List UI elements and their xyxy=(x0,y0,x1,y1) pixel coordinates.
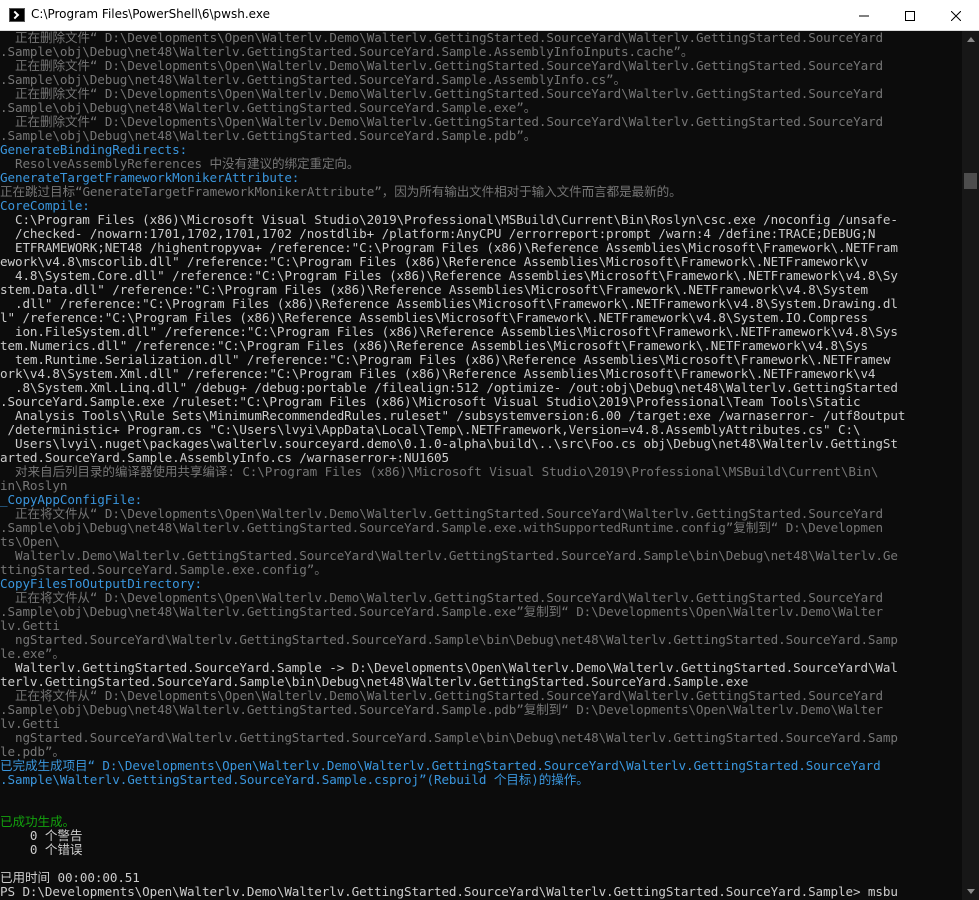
console-line: PS D:\Developments\Open\Walterlv.Demo\Wa… xyxy=(0,884,898,899)
console-line: Walterlv.Demo\Walterlv.GettingStarted.So… xyxy=(0,548,898,563)
console-line: Analysis Tools\\Rule Sets\MinimumRecomme… xyxy=(0,408,906,423)
console-line: Users\lvyi\.nuget\packages\walterlv.sour… xyxy=(0,436,898,451)
vertical-scrollbar[interactable] xyxy=(962,31,979,900)
console-line: /deterministic+ Program.cs "C:\Users\lvy… xyxy=(0,422,861,437)
minimize-icon xyxy=(859,15,869,16)
console-line: .Sample\Walterlv.GettingStarted.SourceYa… xyxy=(0,772,589,787)
console-line: l" /reference:"C:\Program Files (x86)\Re… xyxy=(0,310,868,325)
console-output[interactable]: 正在删除文件“ D:\Developments\Open\Walterlv.De… xyxy=(0,31,962,900)
console-line: CopyFilesToOutputDirectory: xyxy=(0,576,203,591)
console-line: terlv.GettingStarted.SourceYard.Sample\b… xyxy=(0,674,749,689)
window-title: C:\Program Files\PowerShell\6\pwsh.exe xyxy=(31,7,270,21)
console-line: ETFRAMEWORK;NET48 /highentropyva+ /refer… xyxy=(0,240,898,255)
powershell-icon xyxy=(9,8,25,22)
console-line: _CopyAppConfigFile: xyxy=(0,492,143,507)
arrow-down-icon xyxy=(966,889,975,894)
console-line: ResolveAssemblyReferences 中没有建议的绑定重定向。 xyxy=(0,156,360,171)
console-line: 正在删除文件“ D:\Developments\Open\Walterlv.De… xyxy=(0,86,884,101)
scroll-up-button[interactable] xyxy=(962,31,979,48)
console-line: C:\Program Files (x86)\Microsoft Visual … xyxy=(0,212,898,227)
console-line: 正在将文件从“ D:\Developments\Open\Walterlv.De… xyxy=(0,688,884,703)
console-line: 已用时间 00:00:00.51 xyxy=(0,870,140,885)
console-line: 正在删除文件“ D:\Developments\Open\Walterlv.De… xyxy=(0,114,884,129)
maximize-icon xyxy=(905,10,915,21)
console-line: tem.Runtime.Serialization.dll" /referenc… xyxy=(0,352,891,367)
console-line: .Sample\obj\Debug\net48\Walterlv.Getting… xyxy=(0,72,627,87)
console-line: /checked- /nowarn:1701,1702,1701,1702 /n… xyxy=(0,226,876,241)
console-line: .Sample\obj\Debug\net48\Walterlv.Getting… xyxy=(0,128,537,143)
arrow-up-icon xyxy=(966,37,975,42)
scrollbar-thumb[interactable] xyxy=(964,173,977,189)
title-bar[interactable]: C:\Program Files\PowerShell\6\pwsh.exe xyxy=(0,0,979,31)
console-line: .8\System.Xml.Linq.dll" /debug+ /debug:p… xyxy=(0,380,898,395)
console-line: lv.Getti xyxy=(0,618,60,633)
minimize-button[interactable] xyxy=(841,0,887,31)
console-line: .Sample\obj\Debug\net48\Walterlv.Getting… xyxy=(0,702,883,717)
console-line: le.exe”。 xyxy=(0,646,65,661)
console-line: ngStarted.SourceYard\Walterlv.GettingSta… xyxy=(0,632,898,647)
close-icon xyxy=(951,10,961,21)
console-line: 4.8\System.Core.dll" /reference:"C:\Prog… xyxy=(0,268,898,283)
console-line: Walterlv.GettingStarted.SourceYard.Sampl… xyxy=(0,660,898,675)
console-line: GenerateTargetFrameworkMonikerAttribute: xyxy=(0,170,300,185)
console-line: in\Roslyn xyxy=(0,478,68,493)
console-line: GenerateBindingRedirects: xyxy=(0,142,188,157)
console-line: ework\v4.8\mscorlib.dll" /reference:"C:\… xyxy=(0,254,868,269)
console-line: 正在删除文件“ D:\Developments\Open\Walterlv.De… xyxy=(0,31,884,45)
console-line: ts\Open\ xyxy=(0,534,60,549)
maximize-button[interactable] xyxy=(887,0,933,31)
console-line: stem.Data.dll" /reference:"C:\Program Fi… xyxy=(0,282,868,297)
console-line: tem.Numerics.dll" /reference:"C:\Program… xyxy=(0,338,868,353)
console-line: 正在将文件从“ D:\Developments\Open\Walterlv.De… xyxy=(0,590,884,605)
console-line: .dll" /reference:"C:\Program Files (x86)… xyxy=(0,296,898,311)
console-line: ttingStarted.SourceYard.Sample.exe.confi… xyxy=(0,562,327,577)
console-line: le.pdb”。 xyxy=(0,744,65,759)
console-line: ion.FileSystem.dll" /reference:"C:\Progr… xyxy=(0,324,898,339)
console-line: CoreCompile: xyxy=(0,198,90,213)
console-line: ork\v4.8\System.Xml.dll" /reference:"C:\… xyxy=(0,366,876,381)
console-line: .Sample\obj\Debug\net48\Walterlv.Getting… xyxy=(0,100,537,115)
console-line: 正在跳过目标“GenerateTargetFrameworkMonikerAtt… xyxy=(0,184,682,199)
console-line: 0 个错误 xyxy=(0,842,83,857)
console-line: .Sample\obj\Debug\net48\Walterlv.Getting… xyxy=(0,604,883,619)
console-line: 已成功生成。 xyxy=(0,814,75,829)
console-line: 对来自后列目录的编译器使用共享编译: C:\Program Files (x86… xyxy=(0,464,879,479)
console-line: ngStarted.SourceYard\Walterlv.GettingSta… xyxy=(0,730,898,745)
console-line: 0 个警告 xyxy=(0,828,83,843)
console-line: .SourceYard.Sample.exe /ruleset:"C:\Prog… xyxy=(0,394,861,409)
console-line: 已完成生成项目“ D:\Developments\Open\Walterlv.D… xyxy=(0,758,881,773)
console-line: arted.SourceYard.Sample.AssemblyInfo.cs … xyxy=(0,450,449,465)
console-line: 正在将文件从“ D:\Developments\Open\Walterlv.De… xyxy=(0,506,884,521)
console-line: .Sample\obj\Debug\net48\Walterlv.Getting… xyxy=(0,520,883,535)
close-button[interactable] xyxy=(933,0,979,31)
console-line: lv.Getti xyxy=(0,716,60,731)
console-line: .Sample\obj\Debug\net48\Walterlv.Getting… xyxy=(0,44,694,59)
scroll-down-button[interactable] xyxy=(962,883,979,900)
console-line: 正在删除文件“ D:\Developments\Open\Walterlv.De… xyxy=(0,58,884,73)
